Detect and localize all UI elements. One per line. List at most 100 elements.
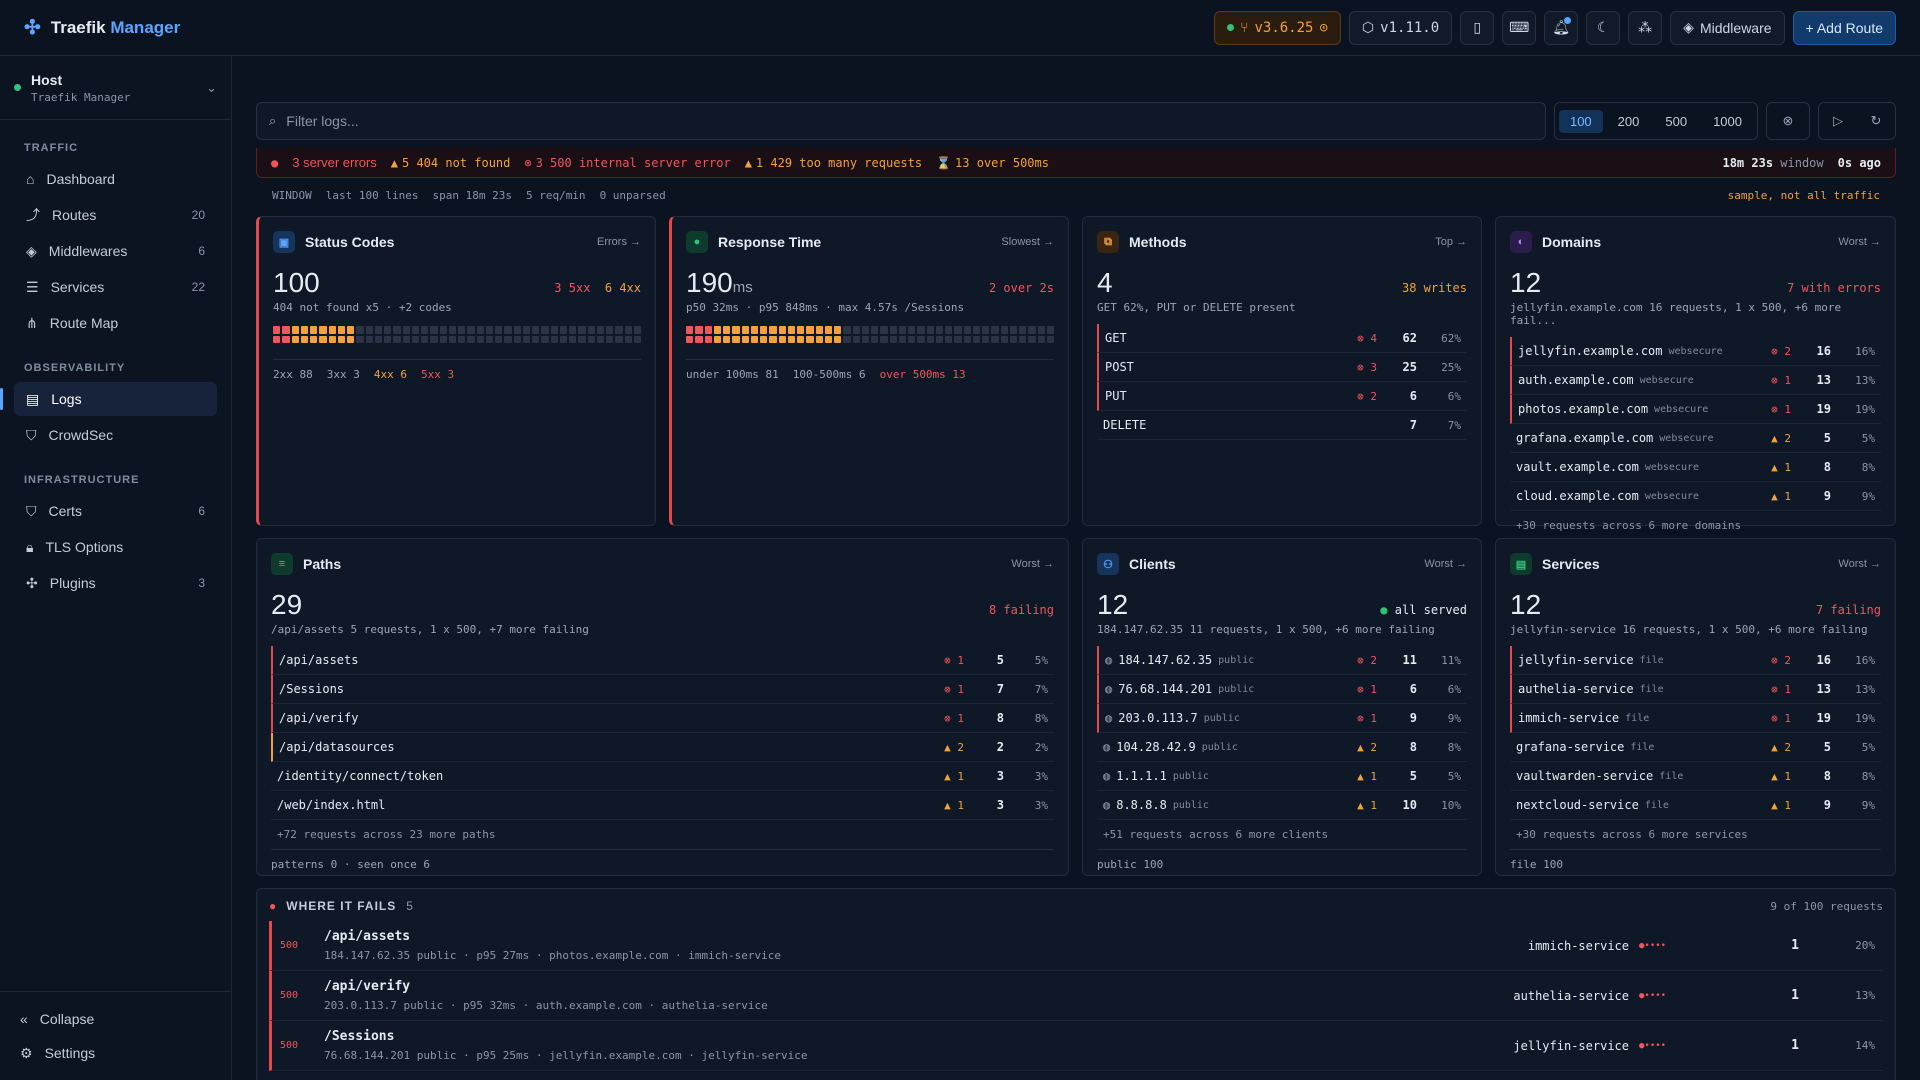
add-route-button[interactable]: + Add Route: [1792, 10, 1896, 45]
clients-error-count: ⊗ 2: [1357, 653, 1377, 667]
histogram-cell: [686, 335, 694, 343]
clients-row[interactable]: ◍ 104.28.42.9 public ▲ 2 8 8%: [1097, 733, 1467, 762]
clients-requests: 10: [1402, 798, 1417, 812]
methods-error-count: ⊗ 4: [1357, 331, 1377, 345]
worst-link[interactable]: Worst →: [1424, 558, 1467, 570]
app-logo[interactable]: ✣ Traefik Manager: [24, 15, 180, 40]
domains-name: auth.example.com: [1518, 373, 1634, 387]
worst-link[interactable]: Worst →: [1011, 558, 1054, 570]
histogram-cell: [815, 335, 823, 343]
errors-link[interactable]: Errors →: [597, 236, 641, 248]
clients-row[interactable]: ◍ 76.68.144.201 public ⊗ 1 6 6%: [1097, 675, 1467, 704]
fail-row[interactable]: 500/api/assets 184.147.62.35 public · p95…: [269, 921, 1883, 971]
clients-row[interactable]: ◍ 1.1.1.1 public ▲ 1 5 5%: [1097, 762, 1467, 791]
services-row[interactable]: immich-service file ⊗ 1 19 19%: [1510, 704, 1881, 733]
clients-error-count: ▲ 1: [1357, 798, 1377, 812]
lines-500-button[interactable]: 500: [1654, 110, 1698, 133]
clear-filter-button[interactable]: ⊗: [1766, 102, 1810, 140]
sidebar-item-logs[interactable]: ▤ Logs: [0, 382, 217, 416]
sidebar-item-tls-options[interactable]: 🔒︎ TLS Options: [14, 530, 217, 564]
sidebar-item-services[interactable]: ☰ Services 22: [14, 270, 217, 304]
methods-row[interactable]: GET ⊗ 4 62 62%: [1097, 324, 1467, 353]
host-selector[interactable]: Host Traefik Manager ⌄: [0, 56, 231, 120]
clients-row[interactable]: ◍ 8.8.8.8 public ▲ 1 10 10%: [1097, 791, 1467, 820]
theme-toggle-button[interactable]: ☾: [1586, 10, 1621, 45]
traefik-version-button[interactable]: ⑂ v3.6.25 ⊙: [1214, 10, 1341, 45]
paths-row[interactable]: /identity/connect/token ▲ 1 3 3%: [271, 762, 1054, 791]
histogram-cell: [439, 326, 447, 334]
paths-name: /api/datasources: [279, 740, 395, 754]
filter-logs-input[interactable]: [286, 113, 1533, 129]
histogram-cell: [319, 326, 327, 334]
slowest-link[interactable]: Slowest →: [1001, 236, 1054, 248]
fail-row[interactable]: 500/api/verify 203.0.113.7 public · p95 3…: [269, 971, 1883, 1021]
domains-row[interactable]: jellyfin.example.com websecure ⊗ 2 16 16%: [1510, 337, 1881, 366]
top-link[interactable]: Top →: [1435, 236, 1467, 248]
collapse-button[interactable]: «Collapse: [8, 1002, 224, 1036]
domains-row[interactable]: grafana.example.com websecure ▲ 2 5 5%: [1510, 424, 1881, 453]
paths-row[interactable]: /api/verify ⊗ 1 8 8%: [271, 704, 1054, 733]
sidebar-item-plugins[interactable]: ✣ Plugins 3: [14, 566, 217, 600]
worst-link[interactable]: Worst →: [1838, 236, 1881, 248]
services-row[interactable]: vaultwarden-service file ▲ 1 8 8%: [1510, 762, 1881, 791]
clients-row[interactable]: ◍ 203.0.113.7 public ⊗ 1 9 9%: [1097, 704, 1467, 733]
domains-row[interactable]: cloud.example.com websecure ▲ 1 9 9%: [1510, 482, 1881, 511]
keyboard-button[interactable]: ⌨: [1502, 10, 1537, 45]
services-list: jellyfin-service file ⊗ 2 16 16% authelia-ser…: [1510, 646, 1881, 820]
filter-logs-field[interactable]: ⌕: [256, 102, 1546, 140]
services-row[interactable]: nextcloud-service file ▲ 1 9 9%: [1510, 791, 1881, 820]
methods-name: PUT: [1105, 389, 1127, 403]
clients-row[interactable]: ◍ 184.147.62.35 public ⊗ 2 11 11%: [1097, 646, 1467, 675]
domains-row[interactable]: auth.example.com websecure ⊗ 1 13 13%: [1510, 366, 1881, 395]
middleware-button[interactable]: ◈ Middleware: [1670, 10, 1785, 45]
settings-button[interactable]: ⚙ Settings: [8, 1036, 224, 1070]
play-button[interactable]: ▷: [1819, 103, 1857, 139]
methods-row[interactable]: DELETE 7 7%: [1097, 411, 1467, 440]
lines-1000-button[interactable]: 1000: [1702, 110, 1753, 133]
histogram-cell: [954, 335, 962, 343]
services-row[interactable]: grafana-service file ▲ 2 5 5%: [1510, 733, 1881, 762]
domains-row[interactable]: photos.example.com websecure ⊗ 1 19 19%: [1510, 395, 1881, 424]
chevron-down-icon: ⌄: [206, 79, 217, 95]
histogram-cell: [328, 335, 336, 343]
manager-version-button[interactable]: ⬡ v1.11.0: [1348, 10, 1453, 45]
lines-100-button[interactable]: 100: [1558, 109, 1603, 133]
sidebar-item-certs[interactable]: ⛉ Certs 6: [14, 494, 217, 528]
histogram-cell: [1028, 326, 1036, 334]
methods-row[interactable]: PUT ⊗ 2 6 6%: [1097, 382, 1467, 411]
paths-row[interactable]: /web/index.html ▲ 1 3 3%: [271, 791, 1054, 820]
domains-row[interactable]: vault.example.com websecure ▲ 1 8 8%: [1510, 453, 1881, 482]
clear-icon: ⊗: [1782, 113, 1794, 128]
paths-row[interactable]: /api/datasources ▲ 2 2 2%: [271, 733, 1054, 762]
services-row[interactable]: jellyfin-service file ⊗ 2 16 16%: [1510, 646, 1881, 675]
histogram-cell: [806, 335, 814, 343]
methods-row[interactable]: POST ⊗ 3 25 25%: [1097, 353, 1467, 382]
lines-200-button[interactable]: 200: [1607, 110, 1651, 133]
chevrons-left-icon: «: [20, 1011, 28, 1027]
sidebar-item-routes[interactable]: ⤴ Routes 20: [14, 198, 217, 232]
topology-button[interactable]: ⁂: [1628, 10, 1663, 45]
methods-sub: GET 62%, PUT or DELETE present: [1097, 301, 1296, 314]
paths-row[interactable]: /Sessions ⊗ 1 7 7%: [271, 675, 1054, 704]
notifications-button[interactable]: 🔔︎: [1544, 10, 1579, 45]
paths-count: 29: [271, 589, 303, 620]
clock-icon: ●: [686, 231, 708, 253]
fail-service: authelia-service: [1513, 988, 1629, 1003]
histogram-cell: [760, 335, 768, 343]
fail-row[interactable]: 500/Sessions 76.68.144.201 public · p95 2…: [269, 1021, 1883, 1071]
sidebar-item-dashboard[interactable]: ⌂ Dashboard: [14, 162, 217, 196]
docs-button[interactable]: ▯: [1460, 10, 1495, 45]
worst-link[interactable]: Worst →: [1838, 558, 1881, 570]
refresh-button[interactable]: ↻: [1857, 103, 1895, 139]
sidebar-item-middlewares[interactable]: ◈ Middlewares 6: [14, 234, 217, 268]
sidebar-item-route-map[interactable]: ⋔ Route Map: [14, 306, 217, 340]
histogram-cell: [411, 335, 419, 343]
histogram-cell: [713, 326, 721, 334]
sidebar-item-crowdsec[interactable]: ⛉ CrowdSec: [14, 418, 217, 452]
histogram-cell: [476, 326, 484, 334]
5xx-badge: 3 5xx: [554, 281, 591, 295]
sidebar: Host Traefik Manager ⌄ TRAFFIC ⌂ Dashboard…: [0, 56, 232, 1080]
services-row[interactable]: authelia-service file ⊗ 1 13 13%: [1510, 675, 1881, 704]
paths-row[interactable]: /api/assets ⊗ 1 5 5%: [271, 646, 1054, 675]
histogram-cell: [495, 326, 503, 334]
